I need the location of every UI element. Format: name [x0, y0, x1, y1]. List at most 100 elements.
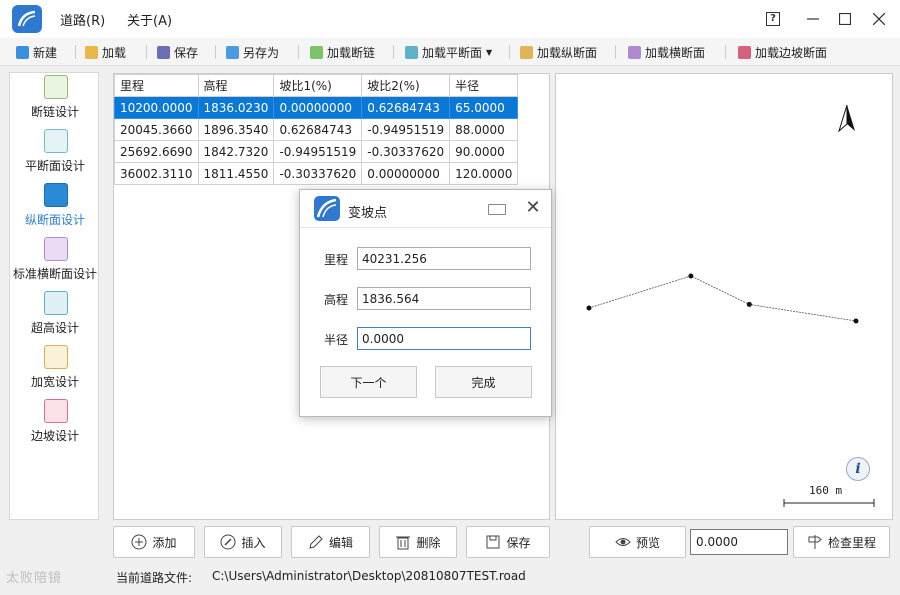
- vpi-table: 里程 高程 坡比1(%) 坡比2(%) 半径 10200.0000 1836.0…: [114, 74, 519, 185]
- superelevation-icon: [44, 291, 68, 315]
- save-toolbar-button[interactable]: 保存: [157, 43, 198, 61]
- watermark-text: 太败陪镜: [6, 571, 63, 586]
- elevation-input[interactable]: [357, 287, 531, 310]
- table-row[interactable]: 10200.0000 1836.0230 0.00000000 0.626847…: [114, 96, 519, 119]
- load-plan-label: 加载平断面: [422, 45, 483, 60]
- sidebar-item-chain[interactable]: 断链设计: [10, 73, 100, 127]
- table-cell[interactable]: 65.0000: [449, 96, 519, 119]
- save-icon: [157, 45, 170, 59]
- eye-icon: [615, 538, 631, 546]
- table-cell[interactable]: 1842.7320: [197, 140, 275, 163]
- keyboard-icon[interactable]: [488, 204, 506, 215]
- table-cell[interactable]: -0.30337620: [361, 140, 451, 163]
- save-as-button[interactable]: 另存为: [226, 43, 279, 61]
- menu-road[interactable]: 道路(R): [60, 10, 105, 29]
- table-cell[interactable]: -0.30337620: [273, 162, 363, 185]
- check-chainage-button[interactable]: 检查里程: [793, 526, 890, 558]
- plan-section-icon: [44, 129, 68, 153]
- table-cell[interactable]: 20045.3660: [114, 118, 199, 141]
- table-cell[interactable]: 0.00000000: [361, 162, 451, 185]
- table-cell[interactable]: 0.00000000: [273, 96, 363, 119]
- table-cell[interactable]: 120.0000: [449, 162, 519, 185]
- load-chain-button[interactable]: 加载断链: [310, 43, 375, 61]
- load-cross-button[interactable]: 加载横断面: [628, 43, 705, 61]
- save-as-label: 另存为: [243, 45, 280, 60]
- table-cell[interactable]: 36002.3110: [114, 162, 199, 185]
- profile-points: [586, 273, 859, 324]
- column-header[interactable]: 坡比1(%): [273, 74, 363, 97]
- table-cell[interactable]: 88.0000: [449, 118, 519, 141]
- radius-input[interactable]: [357, 327, 531, 350]
- save-label: 保存: [506, 535, 531, 550]
- chainage-input[interactable]: [357, 247, 531, 270]
- new-button[interactable]: 新建: [16, 43, 57, 61]
- profile-point: [688, 273, 694, 279]
- column-header[interactable]: 里程: [114, 74, 199, 97]
- sidebar-item-profile[interactable]: 纵断面设计: [10, 181, 100, 235]
- table-row[interactable]: 25692.6690 1842.7320 -0.94951519 -0.3033…: [114, 140, 519, 163]
- dialog-title: 变坡点: [348, 206, 388, 221]
- chainage-label: 里程: [324, 253, 349, 267]
- current-road-path: C:\Users\Administrator\Desktop\20810807T…: [212, 569, 526, 583]
- profile-point: [586, 305, 592, 311]
- table-cell[interactable]: 0.62684743: [361, 96, 451, 119]
- column-header[interactable]: 坡比2(%): [361, 74, 451, 97]
- dialog-header: 变坡点 ✕: [300, 190, 551, 228]
- insert-button[interactable]: 插入: [204, 526, 282, 558]
- column-header[interactable]: 半径: [449, 74, 519, 97]
- add-button[interactable]: 添加: [113, 526, 195, 558]
- delete-label: 删除: [416, 535, 441, 550]
- sidebar-item-slope[interactable]: 边坡设计: [10, 397, 100, 451]
- table-cell[interactable]: 0.62684743: [273, 118, 363, 141]
- load-slope-button[interactable]: 加载边坡断面: [738, 43, 827, 61]
- table-cell[interactable]: 1811.4550: [197, 162, 275, 185]
- close-button[interactable]: [866, 6, 892, 32]
- sidebar-item-plan[interactable]: 平断面设计: [10, 127, 100, 181]
- minimize-button[interactable]: [800, 6, 826, 32]
- load-button[interactable]: 加载: [85, 43, 126, 61]
- load-cross-label: 加载横断面: [645, 45, 706, 60]
- sidebar-item-superelevation[interactable]: 超高设计: [10, 289, 100, 343]
- column-header[interactable]: 高程: [197, 74, 275, 97]
- next-button[interactable]: 下一个: [320, 366, 417, 398]
- info-button[interactable]: i: [846, 457, 870, 481]
- add-label: 添加: [152, 535, 177, 550]
- maximize-icon: [839, 13, 851, 25]
- sidebar-item-cross[interactable]: 标准横断面设计: [10, 235, 100, 289]
- radius-label: 半径: [324, 333, 349, 347]
- value-input[interactable]: [690, 529, 788, 555]
- plan-icon: [405, 45, 418, 59]
- profile-preview-panel[interactable]: i 160 m: [555, 73, 893, 520]
- load-profile-button[interactable]: 加载纵断面: [520, 43, 597, 61]
- edit-button[interactable]: 编辑: [291, 526, 370, 558]
- sidebar-item-label: 加宽设计: [30, 375, 79, 389]
- load-profile-label: 加载纵断面: [537, 45, 598, 60]
- help-button[interactable]: ?: [760, 6, 786, 32]
- table-cell[interactable]: 25692.6690: [114, 140, 199, 163]
- table-cell[interactable]: -0.94951519: [273, 140, 363, 163]
- chain-break-icon: [44, 75, 68, 99]
- delete-button[interactable]: 删除: [379, 526, 457, 558]
- table-cell[interactable]: 1896.3540: [197, 118, 275, 141]
- table-cell[interactable]: 1836.0230: [197, 96, 275, 119]
- save-button[interactable]: 保存: [466, 526, 550, 558]
- menu-about[interactable]: 关于(A): [127, 10, 172, 29]
- table-cell[interactable]: 10200.0000: [114, 96, 199, 119]
- table-cell[interactable]: -0.94951519: [361, 118, 451, 141]
- preview-button[interactable]: 预览: [589, 526, 686, 558]
- table-row[interactable]: 20045.3660 1896.3540 0.62684743 -0.94951…: [114, 118, 519, 141]
- sidebar-item-widening[interactable]: 加宽设计: [10, 343, 100, 397]
- done-button[interactable]: 完成: [435, 366, 532, 398]
- folder-icon: [85, 45, 98, 59]
- load-plan-button[interactable]: 加载平断面 ▼: [405, 43, 492, 61]
- maximize-button[interactable]: [832, 6, 858, 32]
- table-row[interactable]: 36002.3110 1811.4550 -0.30337620 0.00000…: [114, 162, 519, 185]
- help-icon: ?: [766, 12, 780, 26]
- app-logo-icon: [314, 196, 340, 221]
- minimize-icon: [807, 18, 819, 20]
- dialog-close-button[interactable]: ✕: [522, 197, 544, 219]
- cross-icon: [628, 45, 641, 59]
- table-cell[interactable]: 90.0000: [449, 140, 519, 163]
- save-label: 保存: [174, 45, 199, 60]
- insert-icon: [220, 534, 236, 550]
